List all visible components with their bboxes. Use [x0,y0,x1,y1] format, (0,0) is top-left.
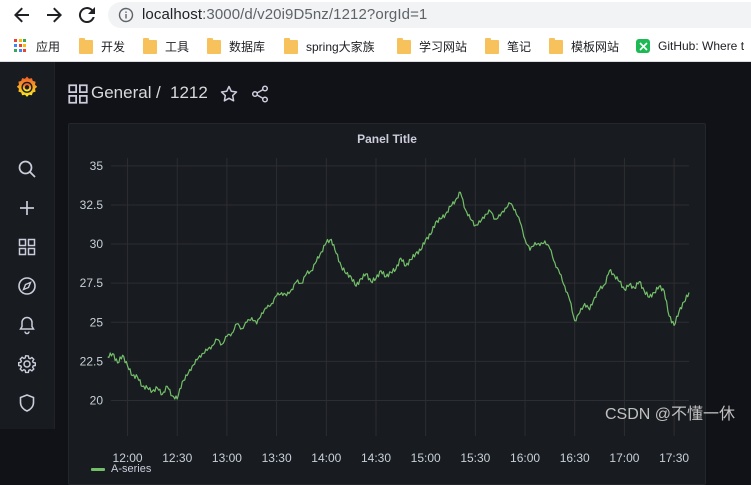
dashboards-icon [18,238,36,256]
x-tick-label: 17:00 [609,451,639,465]
url-text: localhost:3000/d/v20i9D5nz/1212?orgId=1 [142,6,427,23]
bookmark-label: 学习网站 [419,39,468,54]
y-tick-label: 25 [90,315,104,329]
reload-button[interactable] [75,3,99,27]
explore-button[interactable] [14,273,40,299]
bookmark-folder[interactable]: spring大家族 [284,37,375,55]
dashboard-grid-icon [68,84,88,104]
folder-icon [284,38,298,54]
x-tick-label: 13:00 [212,451,242,465]
bookmark-github[interactable]: GitHub: Where t [636,37,744,55]
url-host: localhost [142,6,203,23]
star-icon [220,85,238,102]
server-admin-button[interactable] [14,390,40,416]
folder-icon [207,38,221,54]
arrow-right-icon [47,7,62,23]
series-line-a-series[interactable] [107,191,690,400]
x-tick-label: 14:30 [361,451,391,465]
y-tick-label: 32.5 [80,198,104,212]
bookmark-label: 工具 [165,39,190,54]
bookmark-apps[interactable]: 应用 [14,37,60,55]
forward-button[interactable] [42,3,66,27]
x-tick-label: 17:30 [659,451,689,465]
bookmark-label: 笔记 [507,39,532,54]
folder-icon [485,38,499,54]
y-tick-label: 35 [90,159,104,173]
info-icon[interactable] [118,7,134,23]
x-tick-label: 13:30 [262,451,292,465]
folder-icon [143,38,157,54]
legend-item[interactable]: A-series [91,463,151,475]
bookmark-label: 模板网站 [571,39,620,54]
dashboards-button[interactable] [14,234,40,260]
folder-icon [549,38,563,54]
star-button[interactable] [219,84,239,104]
dashboard-title[interactable]: 1212 [170,83,208,103]
bookmark-folder[interactable]: 数据库 [207,37,265,55]
legend-label: A-series [111,463,152,475]
url-path: :3000/d/v20i9D5nz/1212?orgId=1 [202,6,428,23]
y-tick-label: 20 [90,394,104,408]
bookmark-label: GitHub: Where t [658,39,745,53]
grafana-logo-icon [16,76,38,97]
bookmark-folder[interactable]: 学习网站 [397,37,467,55]
time-series-chart[interactable]: 2022.52527.53032.53512:00 12:30 13:00 13:30… [69,124,705,484]
x-tick-label: 15:00 [411,451,441,465]
bookmark-label: spring大家族 [306,39,375,54]
y-tick-label: 22.5 [80,354,104,368]
x-tick-label: 15:30 [460,451,490,465]
legend-swatch [91,467,105,471]
bookmark-folder[interactable]: 工具 [143,37,189,55]
y-tick-label: 27.5 [80,276,104,290]
watermark-text: CSDN @不懂一休 [604,406,735,423]
folder-icon [79,38,93,54]
browser-toolbar: localhost:3000/d/v20i9D5nz/1212?orgId=1 [0,0,751,30]
plus-icon [20,201,34,215]
bookmark-folder[interactable]: 笔记 [485,37,531,55]
configuration-button[interactable] [14,351,40,377]
grafana-app: General / 1212 Panel Title 20 22.5 25 27.5 3… [0,62,751,485]
bookmarks-bar: 应用 开发 工具 数据库 spring大家族 学习网站 笔记 模板网站 GitH… [0,30,751,62]
shield-icon [19,394,35,412]
graph-panel[interactable]: Panel Title 20 22.5 25 27.5 30 32.5 35 12:00 12:… [68,123,706,485]
share-button[interactable] [250,84,270,104]
breadcrumb-separator: / [156,83,161,102]
x-tick-label: 14:00 [311,451,341,465]
back-button[interactable] [10,3,34,27]
gear-icon [18,355,36,374]
side-menu [0,62,55,429]
create-button[interactable] [14,195,40,221]
bookmark-folder[interactable]: 开发 [79,37,125,55]
breadcrumb-folder[interactable]: General [91,83,151,103]
bell-icon [19,316,35,335]
compass-icon [18,277,36,295]
grafana-logo[interactable] [14,74,40,100]
bookmark-folder[interactable]: 模板网站 [549,37,619,55]
x-tick-label: 16:00 [510,451,540,465]
search-button[interactable] [14,156,40,182]
folder-icon [397,38,411,54]
arrow-left-icon [14,7,29,23]
bookmark-label: 开发 [101,39,126,54]
share-icon [251,85,269,103]
apps-icon [14,39,28,53]
github-icon [636,39,650,53]
y-tick-label: 30 [90,237,104,251]
search-icon [18,160,36,178]
alerting-button[interactable] [14,312,40,338]
bookmark-label: 应用 [36,39,61,54]
x-tick-label: 12:30 [162,451,192,465]
x-tick-label: 16:30 [560,451,590,465]
address-bar[interactable]: localhost:3000/d/v20i9D5nz/1212?orgId=1 [108,2,751,28]
reload-icon [78,7,95,24]
bookmark-label: 数据库 [229,39,266,54]
